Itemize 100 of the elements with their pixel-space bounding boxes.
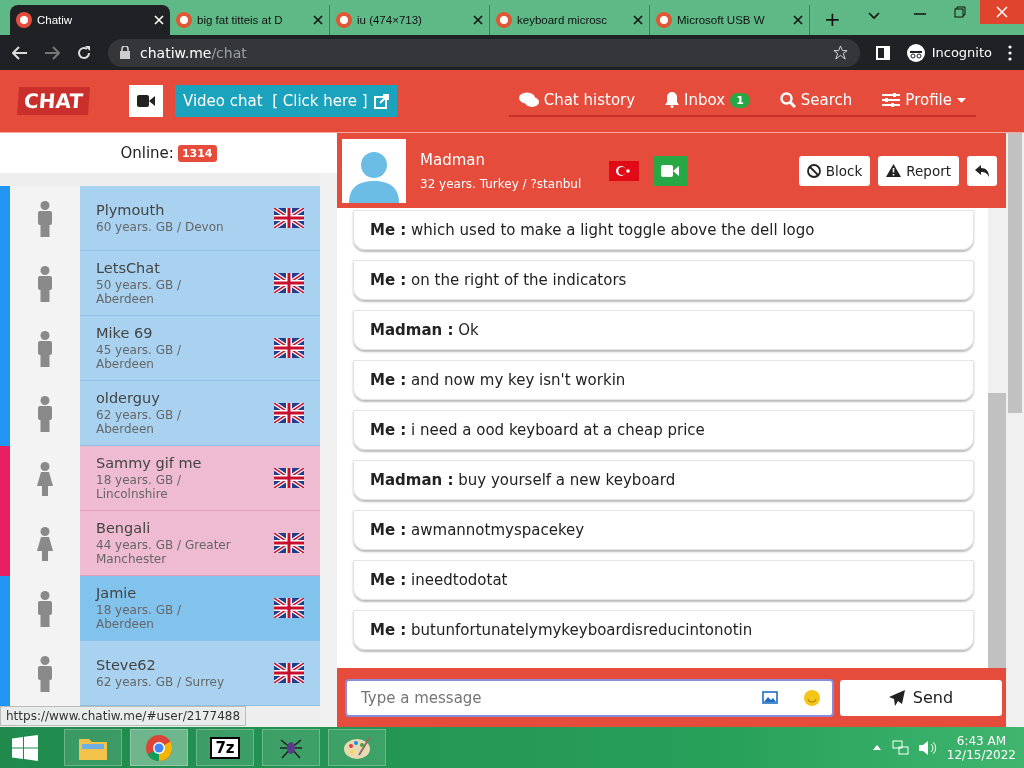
close-icon[interactable]: [793, 15, 803, 25]
nav-link[interactable]: Search: [779, 91, 853, 109]
close-icon[interactable]: [633, 15, 643, 25]
chat-message: Madman : buy yourself a new keyboard: [353, 460, 974, 500]
message-field[interactable]: Type a message: [345, 678, 834, 717]
user-details: 60 years. GB / Devon: [96, 220, 225, 234]
page-scrollbar-thumb[interactable]: [1008, 133, 1022, 413]
chat-message: Me : i need a ood keyboard at a cheap price: [353, 410, 974, 450]
windows-start-icon[interactable]: [12, 734, 38, 761]
archive-app-icon: 7z: [210, 736, 240, 759]
user-details: 18 years. GB / Aberdeen: [96, 603, 183, 631]
user-card[interactable]: Bengali 44 years. GB / Greater Manchester: [80, 511, 320, 576]
close-icon[interactable]: [313, 15, 323, 25]
image-icon[interactable]: [762, 691, 778, 704]
chat-message: Me : awmannotmyspacekey: [353, 510, 974, 550]
scrollbar-thumb[interactable]: [988, 393, 1006, 668]
more-menu-icon[interactable]: [1008, 44, 1012, 61]
gender-color-strip: [0, 381, 10, 446]
site-favicon-icon: [336, 12, 352, 28]
back-arrow-icon[interactable]: [12, 45, 28, 60]
user-name: Plymouth: [96, 202, 166, 218]
speaker-icon[interactable]: [918, 740, 937, 755]
nav-link[interactable]: Chat history: [518, 91, 636, 109]
user-card[interactable]: olderguy 62 years. GB / Aberdeen: [80, 381, 320, 446]
chat-partner-name: Madman: [420, 150, 486, 169]
smiley-icon[interactable]: [804, 689, 820, 706]
site-favicon-icon: [496, 12, 512, 28]
nav-link[interactable]: Profile: [882, 91, 966, 109]
browser-tab[interactable]: Chatiw: [10, 5, 170, 35]
chevron-down-icon[interactable]: [868, 12, 880, 20]
user-card[interactable]: Mike 69 45 years. GB / Aberdeen: [80, 316, 320, 381]
taskbar-app[interactable]: [130, 729, 188, 766]
gender-color-strip: [0, 186, 10, 251]
tray-expand-icon[interactable]: [872, 745, 881, 750]
user-name: olderguy: [96, 390, 161, 406]
reply-button[interactable]: [967, 155, 997, 186]
sliders-icon: [882, 93, 901, 107]
new-tab-button[interactable]: +: [810, 7, 855, 35]
bell-icon: [665, 92, 680, 108]
video-camera-icon: [137, 95, 155, 107]
send-button[interactable]: Send: [840, 679, 1002, 716]
incognito-indicator[interactable]: Incognito: [905, 43, 992, 62]
user-details: 44 years. GB / Greater Manchester: [96, 538, 232, 566]
male-person-icon: [38, 265, 52, 302]
female-person-icon: [37, 526, 53, 561]
prohibited-icon: [806, 163, 821, 178]
site-favicon-icon: [656, 12, 672, 28]
user-card[interactable]: Jamie 18 years. GB / Aberdeen: [80, 576, 320, 641]
site-favicon-icon: [176, 12, 192, 28]
uk-flag-icon: [274, 338, 304, 358]
chat-message: Me : which used to make a light toggle above the dell logo: [353, 210, 974, 250]
inbox-count-badge: 1: [730, 92, 750, 108]
taskbar-app[interactable]: 7z: [196, 729, 254, 766]
reply-arrow-icon: [975, 164, 989, 177]
user-card[interactable]: Plymouth 60 years. GB / Devon: [80, 186, 320, 251]
site-logo[interactable]: CHAT: [17, 87, 90, 115]
restore-icon[interactable]: [954, 6, 966, 18]
turkey-flag-icon: [609, 160, 640, 181]
user-card[interactable]: LetsChat 50 years. GB / Aberdeen: [80, 251, 320, 316]
online-count-badge: 1314: [177, 144, 217, 162]
male-person-icon: [38, 395, 52, 432]
external-link-icon: [373, 93, 389, 109]
male-person-icon: [38, 330, 52, 367]
user-details: 18 years. GB / Lincolnshire: [96, 473, 183, 501]
user-details: 62 years. GB / Surrey: [96, 675, 226, 689]
chat-message: Me : on the right of the indicators: [353, 260, 974, 300]
uk-flag-icon: [274, 208, 304, 228]
user-card[interactable]: Steve62 62 years. GB / Surrey: [80, 641, 320, 706]
side-panel-icon[interactable]: [875, 45, 890, 60]
user-name: Sammy gif me: [96, 455, 203, 471]
reload-icon[interactable]: [76, 44, 92, 61]
user-name: Mike 69: [96, 325, 154, 341]
nav-link[interactable]: Inbox 1: [665, 91, 750, 109]
female-person-icon: [37, 461, 53, 496]
uk-flag-icon: [274, 663, 304, 683]
video-call-button[interactable]: [653, 155, 688, 186]
user-details: 62 years. GB / Aberdeen: [96, 408, 183, 436]
gender-color-strip: [0, 576, 10, 641]
close-icon[interactable]: [473, 15, 483, 25]
user-name: Jamie: [96, 585, 138, 601]
user-name: Steve62: [96, 657, 157, 673]
address-bar[interactable]: chatiw.me/chat: [108, 38, 860, 67]
forward-arrow-icon[interactable]: [44, 45, 60, 60]
palette-icon: [343, 734, 371, 761]
user-details: 50 years. GB / Aberdeen: [96, 278, 183, 306]
user-card[interactable]: Sammy gif me 18 years. GB / Lincolnshire: [80, 446, 320, 511]
block-button[interactable]: Block: [798, 155, 871, 186]
user-name: LetsChat: [96, 260, 161, 276]
uk-flag-icon: [274, 468, 304, 488]
taskbar-app[interactable]: [262, 729, 320, 766]
camera-button[interactable]: [129, 85, 163, 117]
gender-color-strip: [0, 446, 10, 511]
star-icon[interactable]: [832, 45, 848, 60]
caret-icon: [957, 97, 966, 103]
chat-partner-details: 32 years. Turkey / ?stanbul: [420, 176, 582, 191]
taskbar-app[interactable]: [328, 729, 386, 766]
report-button[interactable]: Report: [878, 155, 959, 186]
video-camera-icon: [661, 164, 680, 177]
site-favicon-icon: [16, 12, 32, 28]
male-person-icon: [38, 590, 52, 627]
